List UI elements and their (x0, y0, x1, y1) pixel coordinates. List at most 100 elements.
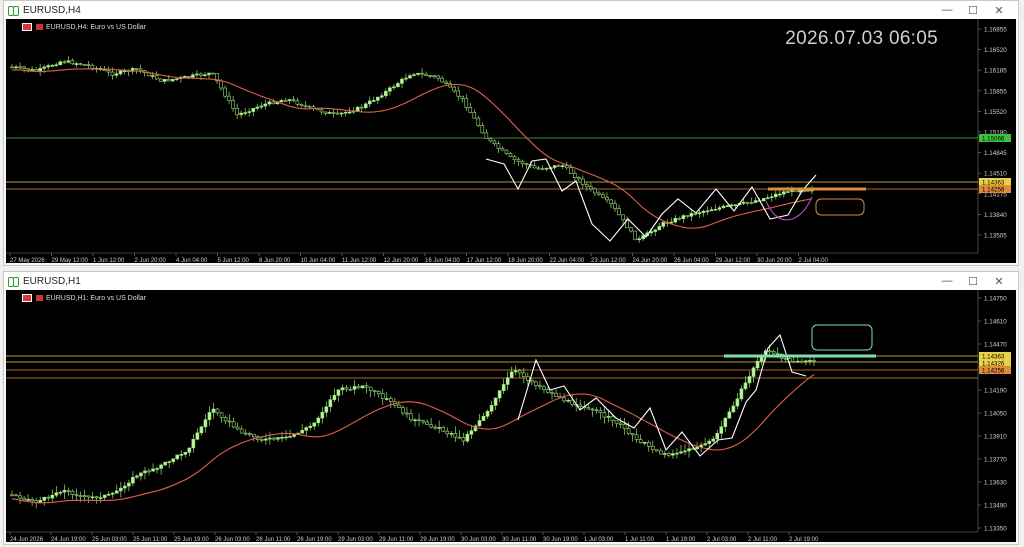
time-label: 26 Jun 11:00 (256, 537, 291, 543)
price-chart-h1[interactable]: 1.147501.146101.144701.143301.141901.140… (6, 290, 1018, 544)
candle-body (675, 452, 679, 455)
candle-body (765, 197, 770, 199)
candle-body (516, 159, 521, 162)
candle-body (733, 204, 738, 207)
candle-body (769, 196, 774, 199)
candle-body (540, 168, 545, 171)
candle-body (295, 100, 300, 105)
candle-body (143, 470, 147, 474)
candle-body (191, 438, 196, 449)
candle-body (10, 66, 14, 69)
candle-body (605, 196, 609, 201)
candle-body (360, 385, 365, 389)
candle-body (263, 103, 268, 107)
candle-body (687, 448, 691, 452)
candle-body (739, 388, 744, 400)
chart-canvas-h4[interactable]: 1.168551.165201.161851.158551.155201.151… (6, 19, 1018, 265)
candle-body (183, 75, 187, 78)
price-label: 1.13910 (984, 434, 1007, 441)
candle-body (735, 398, 740, 407)
candle-body (10, 494, 14, 497)
candle-body (400, 78, 404, 84)
candle-body (231, 421, 236, 428)
candle-body (283, 100, 288, 102)
candle-body (42, 496, 47, 501)
candle-body (524, 163, 529, 166)
candle-body (800, 360, 804, 363)
candle-body (711, 438, 716, 442)
candle-body (408, 75, 412, 79)
minimize-button[interactable]: — (934, 1, 960, 19)
candle-body (697, 212, 702, 215)
candle-body (747, 376, 752, 384)
candle-body (493, 397, 498, 406)
time-label: 8 Jun 20:00 (259, 258, 291, 264)
candle-body (476, 117, 481, 126)
symbol-label: EURUSD,H1: Euro vs US Dollar (22, 294, 146, 302)
candle-body (653, 229, 658, 232)
candle-body (158, 78, 163, 82)
candle-body (284, 436, 288, 439)
candle-body (376, 96, 380, 101)
chart-window-h1[interactable]: EURUSD,H1 — ☐ ✕ 1.14750 1.14610 1.14470 1.1… (3, 271, 1019, 545)
candle-body (384, 398, 389, 400)
candle-body (171, 78, 175, 82)
close-button[interactable]: ✕ (986, 272, 1012, 290)
candle-body (497, 390, 502, 399)
candle-body (778, 193, 782, 196)
candle-body (613, 203, 617, 209)
candle-body (532, 165, 537, 169)
candle-body (243, 112, 247, 114)
candle-body (271, 101, 276, 105)
candle-body (363, 103, 368, 109)
candle-body (713, 208, 718, 211)
window-titlebar[interactable]: EURUSD,H4 — ☐ ✕ (4, 1, 1018, 19)
candle-body (536, 167, 541, 170)
candle-body (171, 458, 175, 462)
candle-body (287, 99, 292, 102)
candle-body (425, 421, 429, 425)
candle-body (481, 415, 486, 421)
candle-body (460, 95, 465, 99)
candle-body (457, 436, 462, 439)
window-titlebar[interactable]: EURUSD,H1 — ☐ ✕ (4, 272, 1018, 290)
candle-body (725, 205, 730, 208)
candle-body (501, 384, 506, 391)
candle-body (671, 453, 675, 456)
candle-body (207, 412, 212, 420)
candle-body (683, 450, 687, 453)
maximize-button[interactable]: ☐ (960, 272, 986, 290)
minimize-button[interactable]: — (934, 272, 960, 290)
candle-body (534, 381, 538, 386)
candle-body (203, 419, 208, 428)
candle-body (106, 493, 111, 496)
candle-body (259, 105, 264, 108)
price-label: 1.16520 (984, 47, 1007, 54)
price-chart-h4[interactable]: 1.16855 1.16520 1.16185 1.15855 1.15520 1.151… (6, 19, 1018, 265)
candle-body (586, 407, 591, 410)
candle-body (796, 360, 800, 363)
time-label: 1 Jul 11:00 (625, 537, 655, 543)
candle-body (328, 399, 333, 408)
symbol-label: EURUSD,H4: Euro vs US Dollar (22, 23, 146, 31)
close-button[interactable]: ✕ (986, 1, 1012, 19)
candle-body (66, 60, 71, 63)
chart-window-h4[interactable]: EURUSD,H4 — ☐ ✕ 1.16855 1.16520 1.16185 1.1… (3, 0, 1019, 266)
candle-body (488, 138, 493, 142)
candle-body (267, 101, 272, 105)
candle-body (384, 90, 388, 96)
candle-body (195, 432, 200, 440)
candle-body (195, 73, 199, 76)
candle-body (505, 377, 510, 385)
candle-body (106, 70, 111, 73)
price-label: 1.14050 (984, 411, 1007, 418)
candle-body (276, 437, 280, 440)
chart-canvas-h1[interactable]: 1.147501.146101.144701.143301.141901.140… (6, 290, 1018, 544)
candle-body (187, 447, 192, 453)
candle-body (367, 100, 372, 105)
candle-body (352, 386, 357, 390)
maximize-button[interactable]: ☐ (960, 1, 986, 19)
candle-body (500, 147, 505, 151)
candle-body (705, 210, 710, 213)
time-label: 10 Jun 04:00 (301, 258, 336, 264)
